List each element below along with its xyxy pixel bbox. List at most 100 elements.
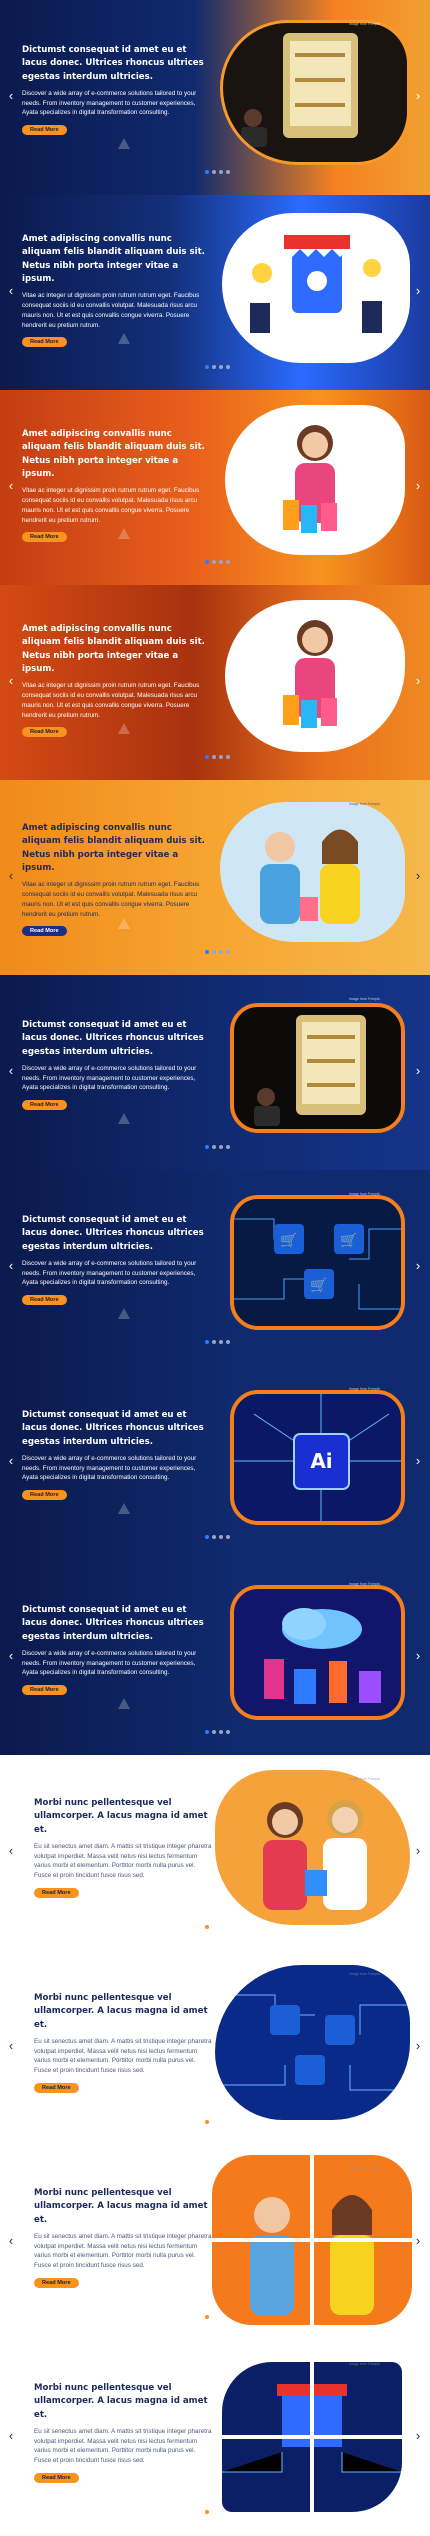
prev-slide-button[interactable]: ‹ xyxy=(5,1648,17,1664)
pagination-dot[interactable] xyxy=(226,170,230,174)
pagination-dot[interactable] xyxy=(205,1730,209,1734)
slide-heading: Dictumst consequat id amet eu et lacus d… xyxy=(22,1605,204,1642)
pagination-dot[interactable] xyxy=(205,755,209,759)
pagination-dot[interactable] xyxy=(226,1535,230,1539)
read-more-button[interactable]: Read More xyxy=(22,532,67,543)
slide-body: Eu sit senectus amet diam. A mattis sit … xyxy=(34,2232,212,2270)
read-more-button[interactable]: Read More xyxy=(22,1490,67,1501)
read-more-button[interactable]: Read More xyxy=(34,2472,79,2483)
prev-slide-button[interactable]: ‹ xyxy=(5,1063,17,1079)
pagination-dot[interactable] xyxy=(219,1340,223,1344)
pagination-dot[interactable] xyxy=(205,170,209,174)
slide-heading: Amet adipiscing convallis nunc aliquam f… xyxy=(22,823,205,873)
prev-slide-button[interactable]: ‹ xyxy=(5,1843,17,1859)
slide-pagination[interactable] xyxy=(205,950,230,954)
pagination-dot[interactable] xyxy=(205,2120,209,2124)
pagination-dot[interactable] xyxy=(219,755,223,759)
slide-pagination[interactable] xyxy=(205,2315,209,2319)
pagination-dot[interactable] xyxy=(212,170,216,174)
slide-pagination[interactable] xyxy=(205,755,230,759)
pagination-dot[interactable] xyxy=(212,1535,216,1539)
prev-slide-button[interactable]: ‹ xyxy=(5,2428,17,2444)
pagination-dot[interactable] xyxy=(205,1340,209,1344)
slide-pagination[interactable] xyxy=(205,170,230,174)
prev-slide-button[interactable]: ‹ xyxy=(5,1258,17,1274)
pagination-dot[interactable] xyxy=(226,365,230,369)
next-slide-button[interactable]: › xyxy=(412,1453,424,1469)
read-more-button[interactable]: Read More xyxy=(22,1100,67,1111)
pagination-dot[interactable] xyxy=(205,1925,209,1929)
pagination-dot[interactable] xyxy=(205,560,209,564)
slide-pagination[interactable] xyxy=(205,2120,209,2124)
next-slide-button[interactable]: › xyxy=(412,1843,424,1859)
slide-pagination[interactable] xyxy=(205,365,230,369)
next-slide-button[interactable]: › xyxy=(412,673,424,689)
pagination-dot[interactable] xyxy=(219,170,223,174)
read-more-button[interactable]: Read More xyxy=(22,125,67,136)
pagination-dot[interactable] xyxy=(226,1145,230,1149)
next-slide-button[interactable]: › xyxy=(412,283,424,299)
pagination-dot[interactable] xyxy=(226,755,230,759)
slide-pagination[interactable] xyxy=(205,1730,230,1734)
read-more-button[interactable]: Read More xyxy=(22,926,67,937)
read-more-button[interactable]: Read More xyxy=(22,1295,67,1306)
slide-body: Vitae ac integer ut dignissim proin rutr… xyxy=(22,487,200,524)
pagination-dot[interactable] xyxy=(219,560,223,564)
slide-heading: Morbi nunc pellentesque vel ullamcorper.… xyxy=(34,1993,208,2030)
pagination-dot[interactable] xyxy=(205,1535,209,1539)
read-more-button[interactable]: Read More xyxy=(22,727,67,738)
pagination-dot[interactable] xyxy=(226,560,230,564)
pagination-dot[interactable] xyxy=(219,365,223,369)
pagination-dot[interactable] xyxy=(205,2315,209,2319)
pagination-dot[interactable] xyxy=(219,1535,223,1539)
prev-slide-button[interactable]: ‹ xyxy=(5,88,17,104)
next-slide-button[interactable]: › xyxy=(412,2428,424,2444)
hero-slide-2: Image from Freepik ‹ Amet adipiscing con… xyxy=(0,195,430,390)
next-slide-button[interactable]: › xyxy=(412,2038,424,2054)
read-more-button[interactable]: Read More xyxy=(22,1685,67,1696)
slide-pagination[interactable] xyxy=(205,2510,209,2514)
pagination-dot[interactable] xyxy=(226,1730,230,1734)
prev-slide-button[interactable]: ‹ xyxy=(5,283,17,299)
next-slide-button[interactable]: › xyxy=(412,2233,424,2249)
pagination-dot[interactable] xyxy=(226,950,230,954)
prev-slide-button[interactable]: ‹ xyxy=(5,868,17,884)
pagination-dot[interactable] xyxy=(212,1340,216,1344)
next-slide-button[interactable]: › xyxy=(412,88,424,104)
read-more-button[interactable]: Read More xyxy=(34,2277,79,2288)
prev-slide-button[interactable]: ‹ xyxy=(5,1453,17,1469)
slide-pagination[interactable] xyxy=(205,1340,230,1344)
read-more-button[interactable]: Read More xyxy=(34,2082,79,2093)
next-slide-button[interactable]: › xyxy=(412,478,424,494)
prev-slide-button[interactable]: ‹ xyxy=(5,478,17,494)
pagination-dot[interactable] xyxy=(212,1145,216,1149)
pagination-dot[interactable] xyxy=(205,365,209,369)
pagination-dot[interactable] xyxy=(212,560,216,564)
pagination-dot[interactable] xyxy=(226,1340,230,1344)
pagination-dot[interactable] xyxy=(212,1730,216,1734)
couple-grid-image xyxy=(212,2155,412,2325)
pagination-dot[interactable] xyxy=(205,1145,209,1149)
prev-slide-button[interactable]: ‹ xyxy=(5,673,17,689)
pagination-dot[interactable] xyxy=(212,755,216,759)
prev-slide-button[interactable]: ‹ xyxy=(5,2038,17,2054)
pagination-dot[interactable] xyxy=(212,950,216,954)
pagination-dot[interactable] xyxy=(205,2510,209,2514)
slide-pagination[interactable] xyxy=(205,1535,230,1539)
next-slide-button[interactable]: › xyxy=(412,1063,424,1079)
pagination-dot[interactable] xyxy=(219,950,223,954)
next-slide-button[interactable]: › xyxy=(412,868,424,884)
pagination-dot[interactable] xyxy=(219,1145,223,1149)
slide-pagination[interactable] xyxy=(205,1925,209,1929)
prev-slide-button[interactable]: ‹ xyxy=(5,2233,17,2249)
next-slide-button[interactable]: › xyxy=(412,1258,424,1274)
next-slide-button[interactable]: › xyxy=(412,1648,424,1664)
pagination-dot[interactable] xyxy=(205,950,209,954)
pagination-dot[interactable] xyxy=(219,1730,223,1734)
slide-pagination[interactable] xyxy=(205,560,230,564)
circuit-blob-image xyxy=(215,1965,410,2120)
read-more-button[interactable]: Read More xyxy=(22,337,67,348)
read-more-button[interactable]: Read More xyxy=(34,1887,79,1898)
slide-pagination[interactable] xyxy=(205,1145,230,1149)
pagination-dot[interactable] xyxy=(212,365,216,369)
